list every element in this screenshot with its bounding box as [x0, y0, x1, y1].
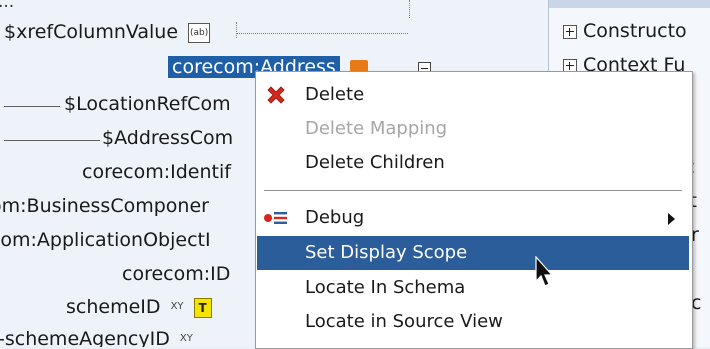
- tree-connector: [4, 140, 100, 141]
- text-node-icon: (ab): [188, 22, 211, 43]
- tree-node-label: schemeID: [66, 296, 161, 318]
- menu-item-locate-in-source-view[interactable]: Locate in Source View: [257, 305, 689, 339]
- tree-node-label: $xrefColumnValue: [4, 21, 179, 43]
- menu-item-locate-in-schema[interactable]: Locate In Schema: [257, 271, 689, 305]
- tree-connector: [4, 106, 60, 107]
- attribute-icon: XY: [179, 333, 193, 344]
- tree-node-label: :om:ApplicationObjectI: [0, 229, 211, 251]
- tree-row-locationrefcom[interactable]: $LocationRefCom: [64, 92, 231, 116]
- tree-row-businesscomponent[interactable]: om:BusinessComponer: [0, 194, 209, 218]
- tree-node-label: $LocationRefCom: [64, 93, 231, 115]
- context-menu: Delete Delete Mapping Delete Children De…: [255, 71, 693, 349]
- tree-connector: [236, 22, 238, 38]
- tree-connector: [236, 33, 408, 35]
- tree-row-partial-top[interactable]: ...: [0, 0, 14, 14]
- submenu-arrow-icon: [668, 213, 675, 225]
- tree-row-schemeagencyid[interactable]: -schemeAgencyID XY: [0, 327, 193, 347]
- menu-item-label: Delete: [305, 84, 365, 105]
- menu-item-label: Locate in Source View: [305, 311, 503, 332]
- palette-item-constructors[interactable]: Constructo: [563, 20, 687, 42]
- menu-item-delete[interactable]: Delete: [257, 78, 689, 112]
- expand-icon[interactable]: [563, 24, 577, 39]
- tree-row-corecom-identif[interactable]: corecom:Identif: [82, 160, 231, 184]
- menu-item-set-display-scope[interactable]: Set Display Scope: [257, 236, 689, 270]
- tree-node-label: corecom:Identif: [82, 161, 231, 183]
- tree-node-label: om:BusinessComponer: [0, 195, 209, 217]
- tree-node-label: -schemeAgencyID: [0, 328, 170, 347]
- debug-icon: [264, 212, 287, 224]
- delete-x-icon: [267, 86, 285, 104]
- menu-item-delete-children[interactable]: Delete Children: [257, 146, 689, 180]
- menu-item-label: Debug: [305, 207, 365, 228]
- menu-item-delete-mapping[interactable]: Delete Mapping: [257, 112, 689, 146]
- tree-node-label: corecom:ID: [122, 263, 231, 285]
- menu-item-label: Delete Mapping: [305, 118, 448, 139]
- tree-connector: [409, 0, 411, 18]
- menu-separator: [264, 190, 682, 191]
- menu-item-label: Set Display Scope: [305, 242, 468, 263]
- tree-node-label: $AddressCom: [102, 127, 234, 149]
- menu-item-debug[interactable]: Debug: [257, 201, 689, 235]
- template-icon: T: [193, 297, 212, 318]
- mouse-pointer-icon: [535, 256, 554, 287]
- menu-item-label: Delete Children: [305, 152, 445, 173]
- tree-row-corecom-id[interactable]: corecom:ID: [122, 262, 230, 286]
- palette-item-label: Constructo: [583, 20, 687, 42]
- tree-row-addresscom[interactable]: $AddressCom: [102, 126, 233, 150]
- tree-row-xrefcolumnvalue[interactable]: $xrefColumnValue (ab): [4, 20, 211, 44]
- palette-header: [549, 0, 710, 8]
- menu-item-label: Locate In Schema: [305, 277, 466, 298]
- attribute-icon: XY: [170, 301, 184, 312]
- tree-row-schemeid[interactable]: schemeID XY T: [66, 295, 212, 319]
- tree-row-applicationobject[interactable]: :om:ApplicationObjectI: [0, 228, 211, 252]
